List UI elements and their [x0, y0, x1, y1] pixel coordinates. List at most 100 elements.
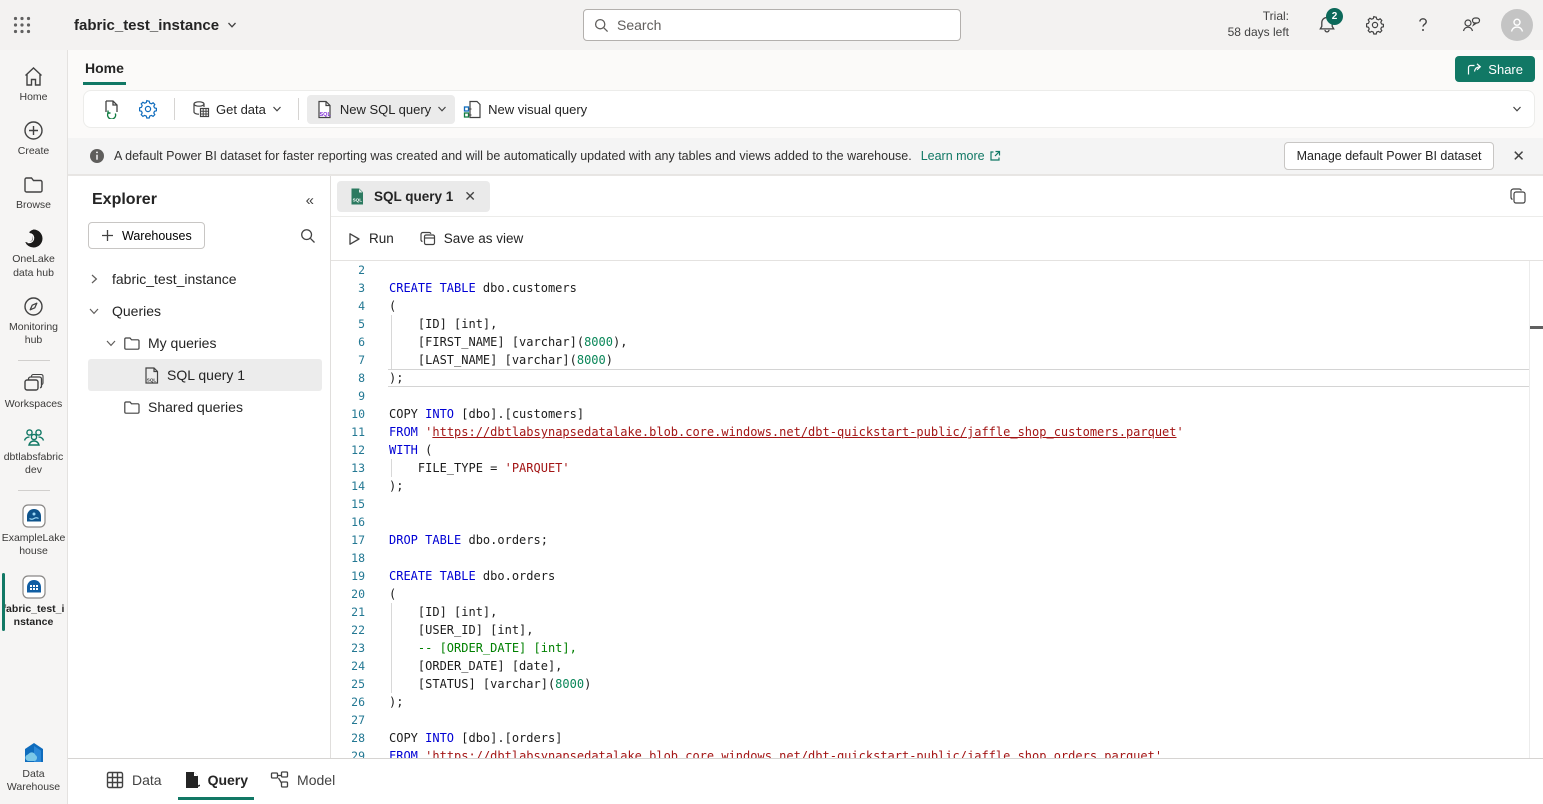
code-line-6[interactable]: 6 [FIRST_NAME] [varchar](8000), — [331, 333, 1543, 351]
rail-item-home[interactable]: Home — [0, 58, 68, 112]
search-placeholder: Search — [617, 17, 661, 33]
rail-item-browse[interactable]: Browse — [0, 166, 68, 220]
search-tree-icon[interactable] — [300, 228, 316, 244]
code-line-11[interactable]: 11FROM 'https://dbtlabsynapsedatalake.bl… — [331, 423, 1543, 441]
bottom-tab-data[interactable]: Data — [100, 759, 168, 800]
chevron-down-icon[interactable] — [88, 305, 100, 317]
code-line-15[interactable]: 15 — [331, 495, 1543, 513]
add-warehouses-button[interactable]: Warehouses — [88, 222, 205, 249]
bottom-tab-model[interactable]: Model — [264, 759, 341, 800]
chevron-down-icon[interactable] — [105, 337, 117, 349]
close-tab-icon[interactable]: ✕ — [462, 188, 478, 205]
tree-item-label: My queries — [148, 335, 216, 351]
tree-item-label: fabric_test_instance — [112, 271, 237, 287]
topbar-actions: Trial: 58 days left 2 — [1228, 0, 1543, 50]
settings-ribbon-button[interactable] — [130, 94, 166, 124]
collapse-panel-icon[interactable]: « — [306, 192, 314, 209]
line-number: 11 — [331, 425, 365, 439]
code-line-28[interactable]: 28COPY INTO [dbo].[orders] — [331, 729, 1543, 747]
settings-button[interactable] — [1351, 0, 1399, 50]
code-line-23[interactable]: 23 -- [ORDER_DATE] [int], — [331, 639, 1543, 657]
get-data-button[interactable]: Get data — [183, 95, 290, 124]
code-line-21[interactable]: 21 [ID] [int], — [331, 603, 1543, 621]
rail-item-examplelakehouse[interactable]: ExampleLakehouse — [0, 496, 68, 566]
tree-item-my-queries[interactable]: My queries — [88, 327, 322, 359]
collapse-ribbon-icon[interactable] — [1512, 104, 1522, 114]
code-line-24[interactable]: 24 [ORDER_DATE] [date], — [331, 657, 1543, 675]
warehouses-label: Warehouses — [122, 229, 192, 243]
tree-item-queries[interactable]: Queries — [88, 295, 322, 327]
rail-item-create[interactable]: Create — [0, 112, 68, 166]
line-number: 25 — [331, 677, 365, 691]
code-line-16[interactable]: 16 — [331, 513, 1543, 531]
copy-stack-icon[interactable] — [1509, 187, 1527, 205]
code-text: ); — [365, 477, 1543, 495]
code-line-25[interactable]: 25 [STATUS] [varchar](8000) — [331, 675, 1543, 693]
code-line-13[interactable]: 13 FILE_TYPE = 'PARQUET' — [331, 459, 1543, 477]
workspace-people-icon — [21, 426, 47, 448]
save-as-view-button[interactable]: Save as view — [420, 231, 524, 246]
new-visual-query-button[interactable]: New visual query — [455, 95, 595, 124]
indent-guide — [391, 333, 392, 351]
code-line-17[interactable]: 17DROP TABLE dbo.orders; — [331, 531, 1543, 549]
tree-item-shared-queries[interactable]: Shared queries — [88, 391, 322, 423]
rail-item-fabric-test-instance[interactable]: fabric_test_instance — [0, 567, 68, 637]
code-line-8[interactable]: 8); — [331, 369, 1543, 387]
sql-document-icon: SQL — [315, 100, 334, 119]
code-line-3[interactable]: 3CREATE TABLE dbo.customers — [331, 279, 1543, 297]
code-line-22[interactable]: 22 [USER_ID] [int], — [331, 621, 1543, 639]
code-line-2[interactable]: 2 — [331, 261, 1543, 279]
code-text: ); — [365, 369, 1543, 387]
code-line-29[interactable]: 29FROM 'https://dbtlabsynapsedatalake.bl… — [331, 747, 1543, 758]
notifications-button[interactable]: 2 — [1303, 0, 1351, 50]
code-line-7[interactable]: 7 [LAST_NAME] [varchar](8000) — [331, 351, 1543, 369]
manage-dataset-button[interactable]: Manage default Power BI dataset — [1284, 142, 1495, 170]
code-line-9[interactable]: 9 — [331, 387, 1543, 405]
help-button[interactable] — [1399, 0, 1447, 50]
tree-item-label: Shared queries — [148, 399, 243, 415]
code-line-4[interactable]: 4( — [331, 297, 1543, 315]
new-sql-query-button[interactable]: SQL New SQL query — [307, 95, 455, 124]
app-launcher-icon[interactable] — [0, 0, 44, 50]
bottom-tab-query[interactable]: Query — [178, 759, 254, 800]
learn-more-link[interactable]: Learn more — [921, 149, 1001, 163]
workspace-switcher[interactable]: fabric_test_instance — [74, 17, 237, 34]
rail-item-onelake-data-hub[interactable]: OneLake data hub — [0, 220, 68, 287]
sql-editor[interactable]: 23CREATE TABLE dbo.customers4(5 [ID] [in… — [331, 261, 1543, 758]
close-banner-icon[interactable]: ✕ — [1508, 143, 1529, 169]
rail-item-dbtlabsfabricdev[interactable]: dbtlabsfabricdev — [0, 419, 68, 485]
code-line-20[interactable]: 20( — [331, 585, 1543, 603]
code-line-27[interactable]: 27 — [331, 711, 1543, 729]
code-text — [365, 549, 1543, 567]
search-input[interactable]: Search — [583, 9, 961, 41]
code-line-10[interactable]: 10COPY INTO [dbo].[customers] — [331, 405, 1543, 423]
banner-text: A default Power BI dataset for faster re… — [114, 149, 912, 163]
bottom-tab-label: Model — [297, 772, 335, 788]
query-tab[interactable]: SQL SQL query 1 ✕ — [337, 181, 490, 212]
code-line-14[interactable]: 14); — [331, 477, 1543, 495]
code-text: [ORDER_DATE] [date], — [365, 657, 1543, 675]
svg-text:SQL: SQL — [147, 377, 157, 382]
feedback-button[interactable] — [1447, 0, 1495, 50]
rail-item-workspaces[interactable]: Workspaces — [0, 366, 68, 419]
explorer-tree: fabric_test_instance Queries My queries SQL… — [68, 259, 330, 423]
code-line-18[interactable]: 18 — [331, 549, 1543, 567]
code-line-12[interactable]: 12WITH ( — [331, 441, 1543, 459]
code-text: [STATUS] [varchar](8000) — [365, 675, 1543, 693]
share-button[interactable]: Share — [1455, 56, 1535, 82]
chevron-right-icon[interactable] — [88, 273, 100, 285]
code-line-5[interactable]: 5 [ID] [int], — [331, 315, 1543, 333]
rail-item-data-warehouse[interactable]: Data Warehouse — [0, 734, 68, 802]
code-line-26[interactable]: 26); — [331, 693, 1543, 711]
sql-file-green-icon: SQL — [349, 188, 365, 205]
new-report-button[interactable] — [94, 94, 130, 124]
tree-item-fabric-test-instance[interactable]: fabric_test_instance — [88, 263, 322, 295]
question-mark-icon — [1413, 15, 1433, 35]
tab-home[interactable]: Home — [83, 54, 126, 85]
code-text: FROM 'https://dbtlabsynapsedatalake.blob… — [365, 747, 1543, 758]
code-line-19[interactable]: 19CREATE TABLE dbo.orders — [331, 567, 1543, 585]
run-button[interactable]: Run — [347, 231, 394, 246]
account-avatar[interactable] — [1501, 9, 1533, 41]
tree-item-sql-query-1[interactable]: SQLSQL query 1 — [88, 359, 322, 391]
rail-item-monitoring-hub[interactable]: Monitoring hub — [0, 288, 68, 355]
